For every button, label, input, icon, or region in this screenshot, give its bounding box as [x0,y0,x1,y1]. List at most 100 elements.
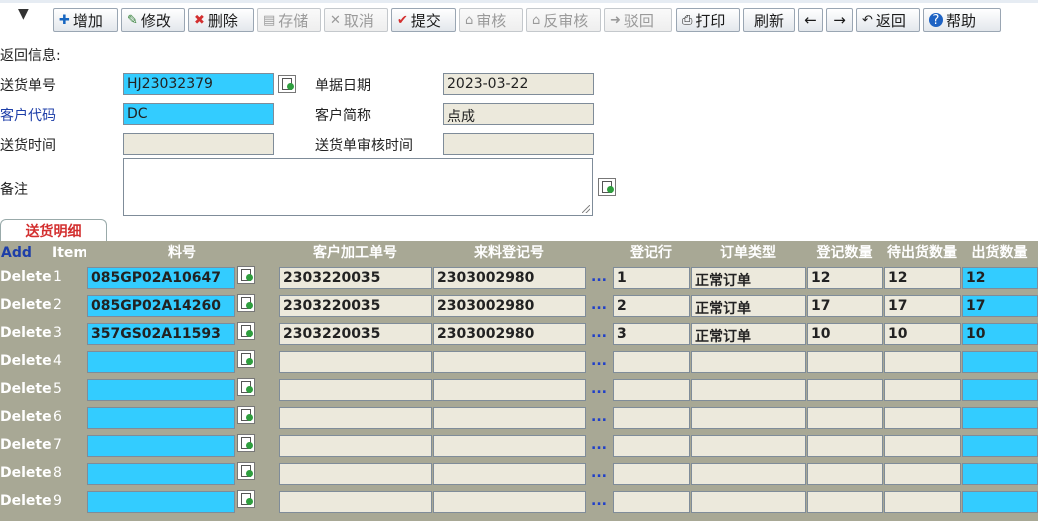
edit-button[interactable]: ✎ 修改 [121,8,185,32]
order-type-cell[interactable] [691,491,806,513]
cust-order-cell[interactable] [279,435,432,457]
reg-lookup-button[interactable]: ... [591,381,607,397]
ship-qty-cell[interactable] [962,379,1038,401]
pending-qty-cell[interactable]: 12 [884,267,961,289]
delete-button[interactable]: ✖ 删除 [188,8,254,32]
prev-button[interactable]: ← [798,8,823,32]
part-picker-icon[interactable] [237,406,255,424]
add-link[interactable]: Add [0,241,52,265]
reg-no-cell[interactable] [433,463,586,485]
reg-no-cell[interactable]: 2303002980 [433,323,586,345]
part-picker-icon[interactable] [237,462,255,480]
pending-qty-cell[interactable] [884,435,961,457]
reg-lookup-button[interactable]: ... [591,437,607,453]
resize-grip-icon[interactable] [582,205,590,213]
cancel-button[interactable]: ✕ 取消 [324,8,388,32]
tab-delivery-detail[interactable]: 送货明细 [0,219,107,241]
pending-qty-cell[interactable]: 17 [884,295,961,317]
cust-order-cell[interactable] [279,379,432,401]
reg-line-cell[interactable] [613,407,690,429]
reg-lookup-button[interactable]: ... [591,493,607,509]
ship-qty-cell[interactable]: 12 [962,267,1038,289]
delete-row-link[interactable]: Delete [0,493,52,509]
reg-line-cell[interactable] [613,379,690,401]
order-type-cell[interactable] [691,379,806,401]
delivery-no-field[interactable]: HJ23032379 [123,73,274,95]
order-type-cell[interactable] [691,407,806,429]
customer-code-field[interactable]: DC [123,103,274,125]
cust-order-cell[interactable]: 2303220035 [279,295,432,317]
cust-order-cell[interactable] [279,491,432,513]
order-type-cell[interactable]: 正常订单 [691,295,806,317]
reg-qty-cell[interactable] [807,435,883,457]
part-no-cell[interactable] [87,379,235,401]
next-button[interactable]: → [826,8,853,32]
delete-row-link[interactable]: Delete [0,465,52,481]
remark-picker-icon[interactable] [598,178,616,196]
delete-row-link[interactable]: Delete [0,381,52,397]
reg-qty-cell[interactable]: 10 [807,323,883,345]
reg-no-cell[interactable] [433,379,586,401]
ship-qty-cell[interactable]: 17 [962,295,1038,317]
part-no-cell[interactable]: 085GP02A10647 [87,267,235,289]
pending-qty-cell[interactable] [884,491,961,513]
cust-order-cell[interactable] [279,351,432,373]
cust-order-cell[interactable] [279,463,432,485]
delete-row-link[interactable]: Delete [0,353,52,369]
reg-line-cell[interactable] [613,435,690,457]
audit-time-field[interactable] [443,133,594,155]
reg-no-cell[interactable] [433,491,586,513]
order-type-cell[interactable] [691,463,806,485]
reg-lookup-button[interactable]: ... [591,297,607,313]
reg-no-cell[interactable]: 2303002980 [433,295,586,317]
reg-no-cell[interactable] [433,435,586,457]
part-no-cell[interactable] [87,491,235,513]
delete-row-link[interactable]: Delete [0,325,52,341]
part-picker-icon[interactable] [237,350,255,368]
delete-row-link[interactable]: Delete [0,409,52,425]
order-type-cell[interactable] [691,435,806,457]
cust-order-cell[interactable]: 2303220035 [279,267,432,289]
remark-textarea[interactable] [123,158,593,216]
ship-qty-cell[interactable] [962,491,1038,513]
pending-qty-cell[interactable] [884,351,961,373]
pending-qty-cell[interactable] [884,407,961,429]
part-no-cell[interactable]: 357GS02A11593 [87,323,235,345]
add-button[interactable]: ✚ 增加 [53,8,118,32]
part-picker-icon[interactable] [237,378,255,396]
ship-qty-cell[interactable] [962,463,1038,485]
reg-qty-cell[interactable] [807,407,883,429]
part-no-cell[interactable] [87,435,235,457]
delete-row-link[interactable]: Delete [0,269,52,285]
delete-row-link[interactable]: Delete [0,297,52,313]
reject-button[interactable]: ➜ 驳回 [604,8,672,32]
reg-line-cell[interactable] [613,463,690,485]
help-button[interactable]: ? 帮助 [923,8,1001,32]
reg-line-cell[interactable] [613,491,690,513]
cust-order-cell[interactable]: 2303220035 [279,323,432,345]
ship-qty-cell[interactable] [962,435,1038,457]
part-no-cell[interactable]: 085GP02A14260 [87,295,235,317]
pending-qty-cell[interactable] [884,379,961,401]
reg-lookup-button[interactable]: ... [591,465,607,481]
refresh-button[interactable]: 刷新 [743,8,795,32]
reg-line-cell[interactable]: 3 [613,323,690,345]
reg-qty-cell[interactable] [807,351,883,373]
part-no-cell[interactable] [87,463,235,485]
order-type-cell[interactable]: 正常订单 [691,267,806,289]
submit-button[interactable]: ✔ 提交 [391,8,456,32]
part-picker-icon[interactable] [237,266,255,284]
delivery-time-field[interactable] [123,133,274,155]
reg-lookup-button[interactable]: ... [591,325,607,341]
print-button[interactable]: ⎙ 打印 [676,8,740,32]
collapse-arrow-icon[interactable]: ▼ [18,6,29,22]
reg-lookup-button[interactable]: ... [591,353,607,369]
reg-line-cell[interactable]: 1 [613,267,690,289]
part-no-cell[interactable] [87,407,235,429]
unapprove-button[interactable]: ⌂ 反审核 [526,8,601,32]
save-button[interactable]: ▤ 存储 [257,8,321,32]
reg-line-cell[interactable]: 2 [613,295,690,317]
reg-qty-cell[interactable]: 17 [807,295,883,317]
part-no-cell[interactable] [87,351,235,373]
cust-order-cell[interactable] [279,407,432,429]
